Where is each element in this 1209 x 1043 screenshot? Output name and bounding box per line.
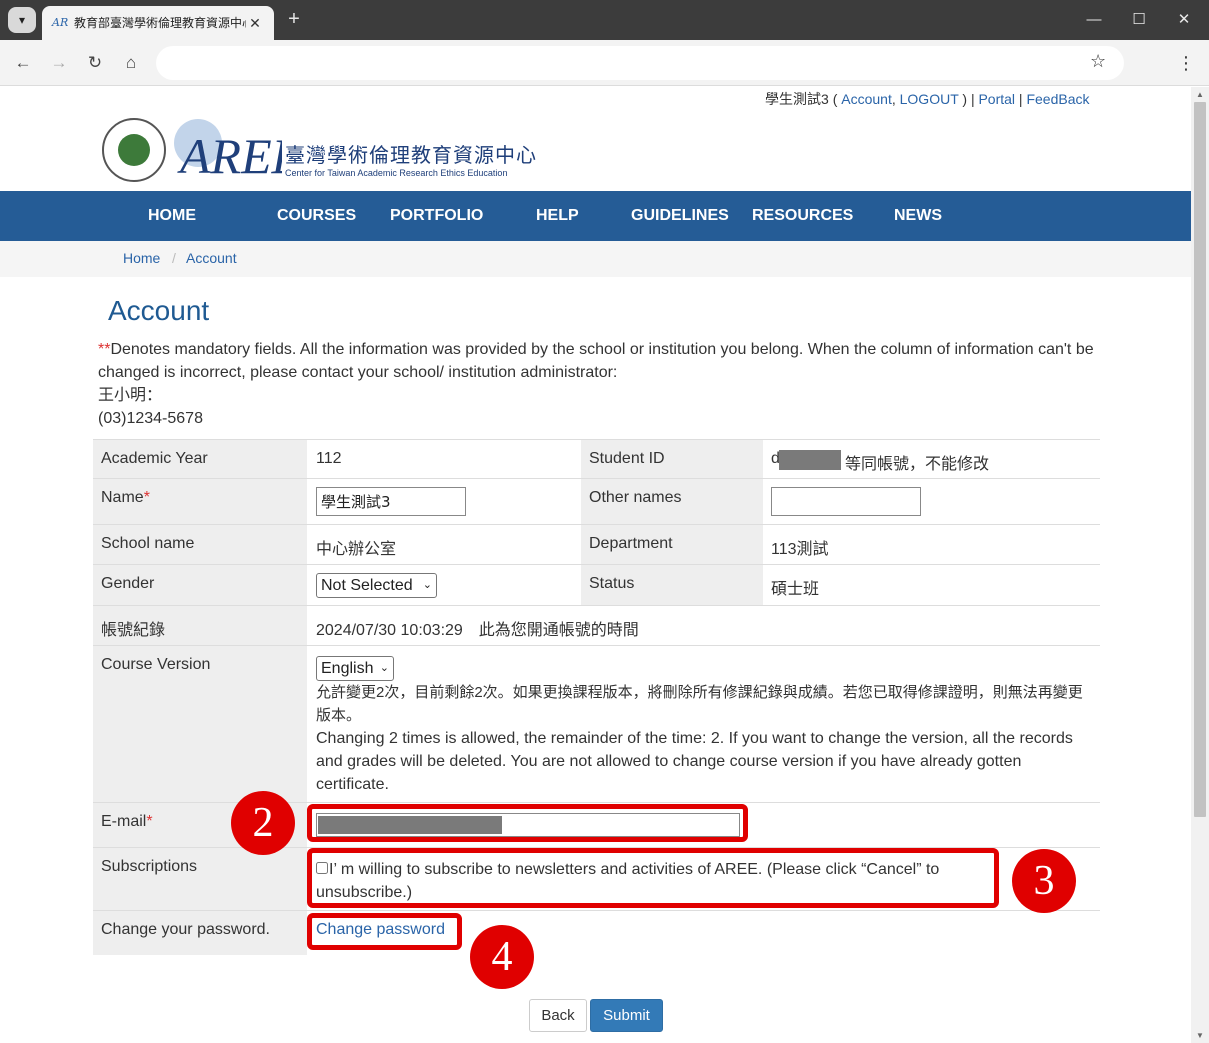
contact-phone: (03)1234-5678 — [98, 410, 203, 427]
close-window-icon[interactable]: ✕ — [1172, 8, 1196, 32]
portal-link[interactable]: Portal — [978, 91, 1015, 107]
feedback-link[interactable]: FeedBack — [1026, 91, 1089, 107]
minimize-icon[interactable]: — — [1082, 8, 1106, 32]
site-logo[interactable]: AREE 臺灣學術倫理教育資源中心 Center for Taiwan Acad… — [102, 115, 536, 185]
breadcrumb-account[interactable]: Account — [186, 250, 237, 266]
address-bar[interactable] — [156, 46, 1124, 80]
status-label: Status — [581, 565, 763, 605]
mandatory-marker: ** — [98, 341, 111, 358]
home-icon[interactable]: ⌂ — [119, 51, 143, 75]
account-log-label: 帳號紀錄 — [93, 606, 307, 645]
breadcrumb: Home / Account — [0, 241, 1191, 277]
academic-year-label: Academic Year — [93, 440, 307, 478]
chevron-down-icon: ⌄ — [379, 662, 389, 674]
course-version-note-cn: 允許變更2次，目前剩餘2次。如果更換課程版本，將刪除所有修課紀錄與成績。若您已取… — [316, 684, 1083, 724]
student-id-redaction — [779, 450, 841, 470]
new-tab-button[interactable]: + — [282, 8, 306, 32]
school-name-value: 中心辦公室 — [316, 541, 397, 558]
department-label: Department — [581, 525, 763, 564]
callout-number-4: 4 — [470, 925, 534, 989]
ministry-of-education-seal-icon — [102, 118, 166, 182]
nav-news[interactable]: NEWS — [894, 191, 942, 241]
chevron-down-icon: ⌄ — [422, 579, 432, 591]
other-names-label: Other names — [581, 479, 763, 524]
callout-box-subscriptions — [307, 848, 999, 908]
table-row: Course Version English ⌄ 允許變更2次，目前剩餘2次。如果… — [93, 645, 1100, 802]
tab-title: 教育部臺灣學術倫理教育資源中心 — [74, 16, 246, 30]
table-row: School name 中心辦公室 Department 113測試 — [93, 524, 1100, 564]
site-favicon-icon: AR — [52, 16, 69, 29]
notice-text: Denotes mandatory fields. All the inform… — [98, 341, 1094, 381]
change-password-label: Change your password. — [93, 911, 307, 955]
aree-logo-text: AREE — [177, 128, 282, 181]
scroll-down-icon[interactable]: ▼ — [1196, 1031, 1204, 1040]
subscriptions-label: Subscriptions — [93, 848, 307, 910]
back-arrow-icon[interactable]: ← — [11, 51, 35, 75]
nav-resources[interactable]: RESOURCES — [752, 191, 853, 241]
callout-number-3: 3 — [1012, 849, 1076, 913]
department-value: 113測試 — [771, 541, 829, 558]
page-scrollbar[interactable]: ▲ ▼ — [1191, 87, 1209, 1043]
table-row: Change your password. Change password — [93, 910, 1100, 955]
back-button[interactable]: Back — [529, 999, 587, 1032]
submit-button[interactable]: Submit — [590, 999, 663, 1032]
breadcrumb-separator: / — [172, 250, 176, 266]
name-input[interactable] — [316, 487, 466, 516]
user-name: 學生測試3 — [765, 91, 829, 107]
logo-chinese-name: 臺灣學術倫理教育資源中心 — [285, 143, 537, 167]
nav-portfolio[interactable]: PORTFOLIO — [390, 191, 483, 241]
gender-select[interactable]: Not Selected ⌄ — [316, 573, 437, 598]
table-row: 帳號紀錄 2024/07/30 10:03:29 此為您開通帳號的時間 — [93, 605, 1100, 645]
maximize-icon[interactable]: ☐ — [1127, 8, 1151, 32]
breadcrumb-home[interactable]: Home — [123, 250, 160, 266]
nav-courses[interactable]: COURSES — [277, 191, 356, 241]
course-version-label: Course Version — [93, 646, 307, 802]
student-id-label: Student ID — [581, 440, 763, 478]
account-link[interactable]: Account — [841, 91, 892, 107]
main-navbar: HOME COURSES PORTFOLIO HELP GUIDELINES R… — [0, 191, 1191, 241]
browser-tab-active[interactable]: AR 教育部臺灣學術倫理教育資源中心 ✕ — [42, 6, 274, 40]
contact-name: 王小明： — [98, 387, 163, 404]
browser-toolbar: ← → ↻ ⌂ ☆ ⋮ — [0, 40, 1209, 86]
reload-icon[interactable]: ↻ — [83, 51, 107, 75]
callout-box-email — [307, 804, 748, 842]
mandatory-notice: **Denotes mandatory fields. All the info… — [98, 338, 1098, 430]
logo-english-name: Center for Taiwan Academic Research Ethi… — [285, 168, 508, 178]
forward-arrow-icon[interactable]: → — [47, 51, 71, 75]
callout-number-2: 2 — [231, 791, 295, 855]
required-mark: * — [146, 813, 153, 830]
course-version-note-en: Changing 2 times is allowed, the remaind… — [316, 730, 1073, 793]
browser-menu-icon[interactable]: ⋮ — [1176, 51, 1196, 75]
other-names-input[interactable] — [771, 487, 921, 516]
nav-help[interactable]: HELP — [536, 191, 579, 241]
table-row: Name* Other names — [93, 478, 1100, 524]
scroll-up-icon[interactable]: ▲ — [1196, 90, 1204, 99]
name-label: Name* — [93, 479, 307, 524]
status-value: 碩士班 — [771, 581, 820, 598]
table-row: Gender Not Selected ⌄ Status 碩士班 — [93, 564, 1100, 605]
scroll-thumb[interactable] — [1194, 102, 1206, 817]
account-log-value: 2024/07/30 10:03:29 此為您開通帳號的時間 — [316, 622, 639, 639]
aree-logo-icon: AREE — [174, 119, 282, 181]
academic-year-value: 112 — [316, 450, 342, 467]
table-row: Academic Year 112 Student ID d 等同帳號，不能修改 — [93, 439, 1100, 478]
user-bar: 學生測試3 ( Account, LOGOUT ) | Portal | Fee… — [765, 91, 1090, 107]
tab-close-icon[interactable]: ✕ — [246, 14, 264, 32]
tab-search-button[interactable]: ▾ — [8, 7, 36, 33]
browser-tab-bar: ▾ AR 教育部臺灣學術倫理教育資源中心 ✕ + — ☐ ✕ — [0, 0, 1209, 40]
nav-guidelines[interactable]: GUIDELINES — [631, 191, 729, 241]
page-content: 學生測試3 ( Account, LOGOUT ) | Portal | Fee… — [0, 87, 1191, 1043]
school-name-label: School name — [93, 525, 307, 564]
course-version-select[interactable]: English ⌄ — [316, 656, 394, 681]
required-mark: * — [143, 489, 150, 506]
callout-box-change-password — [307, 913, 462, 950]
student-id-note: 等同帳號，不能修改 — [845, 456, 990, 473]
logout-link[interactable]: LOGOUT — [900, 91, 959, 107]
gender-label: Gender — [93, 565, 307, 605]
page-title: Account — [108, 295, 210, 326]
nav-home[interactable]: HOME — [148, 191, 196, 241]
